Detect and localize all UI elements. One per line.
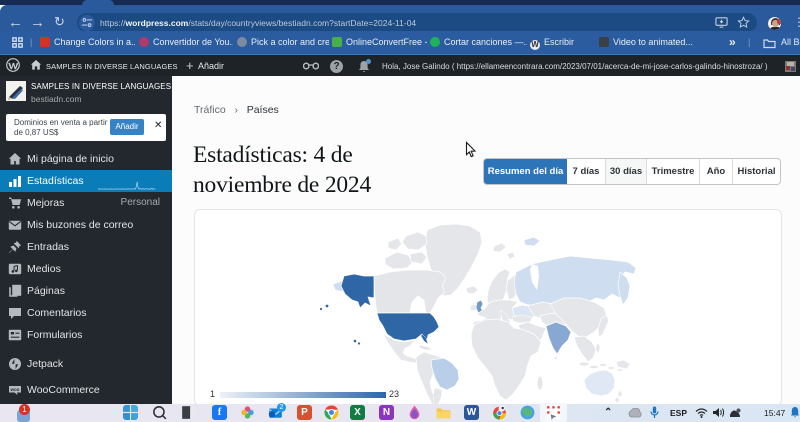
svg-text:woo: woo [10,387,20,392]
